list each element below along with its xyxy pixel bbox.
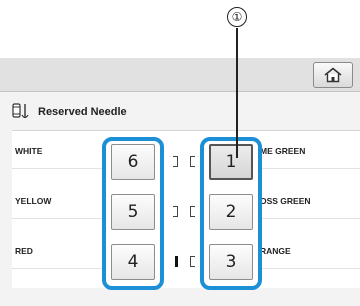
needle-panel: WHITE YELLOW RED ME GREEN OSS GREEN RANG… [12,130,360,290]
needle-button[interactable]: 4 [111,244,155,280]
thread-color-label: OSS GREEN [258,183,360,219]
needle-button-selected[interactable]: 1 [209,144,253,180]
needle-button[interactable]: 5 [111,194,155,230]
needle-position-indicator [190,206,195,217]
home-icon [324,67,342,83]
manual-figure: ① Reserved Needle WHITE YELLOW RED ME GR… [0,0,360,306]
spool-needle-icon [12,103,29,119]
thread-color-label: RANGE [258,233,360,269]
needle-position-indicator [173,206,178,217]
needle-position-indicator [190,256,195,267]
needle-position-indicator [173,156,178,167]
screen-header: Reserved Needle [12,102,127,122]
needle-button[interactable]: 6 [111,144,155,180]
needle-position-indicator [175,256,178,267]
screen-title: Reserved Needle [38,106,127,118]
needle-position-indicator [190,156,195,167]
thread-color-label: WHITE [12,133,106,169]
needle-button[interactable]: 2 [209,194,253,230]
callout-leader-line [236,28,238,158]
home-button[interactable] [313,62,353,88]
lcd-screen: Reserved Needle WHITE YELLOW RED ME GREE… [0,58,360,306]
top-bar [0,58,360,92]
callout-marker: ① [227,7,247,27]
thread-color-label: ME GREEN [258,133,360,169]
thread-color-label: RED [12,233,106,269]
thread-color-label: YELLOW [12,183,106,219]
needle-button[interactable]: 3 [209,244,253,280]
